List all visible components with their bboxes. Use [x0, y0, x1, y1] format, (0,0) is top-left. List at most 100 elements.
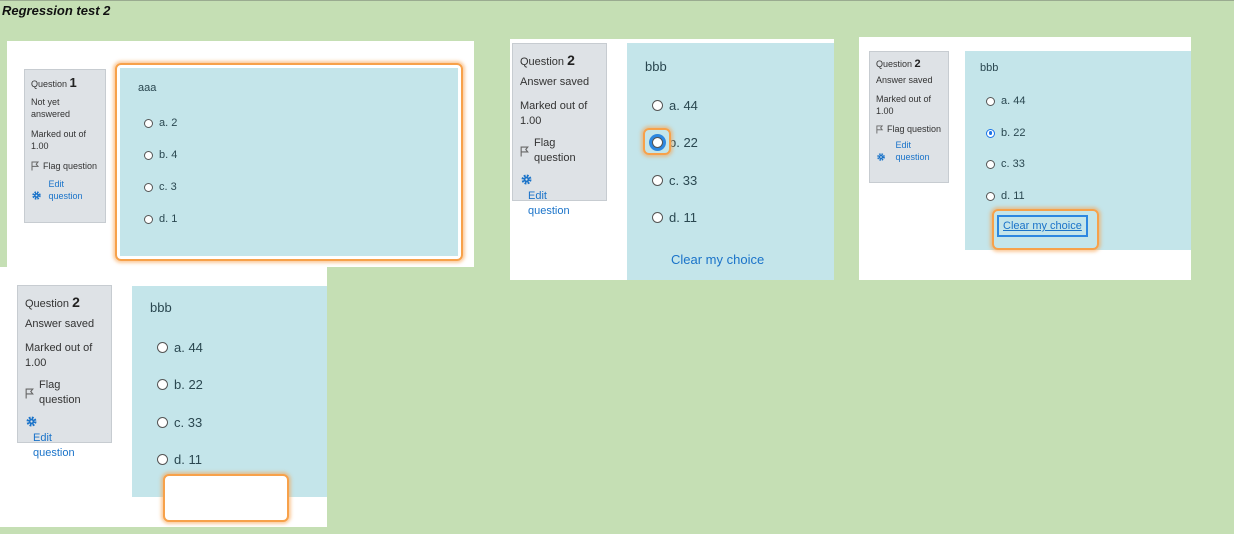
question-text: aaa	[138, 82, 157, 94]
answer-label: a. 44	[1001, 95, 1026, 107]
flag-question-link[interactable]: Flag question	[520, 136, 599, 166]
question-text: bbb	[980, 62, 999, 74]
question-label: Question	[25, 298, 70, 310]
page-title: Regression test 2	[2, 3, 111, 18]
answer-label: c. 33	[174, 415, 203, 430]
answer-label: b. 22	[174, 377, 203, 392]
question-content-panel: aaa a. 2 b. 4 c. 3 d. 1	[120, 68, 458, 256]
radio-button[interactable]	[157, 417, 168, 428]
flag-icon	[876, 125, 884, 133]
screenshot-question-2-cleared: Question 2 Answer saved Marked out of 1.…	[0, 267, 327, 527]
radio-button[interactable]	[144, 214, 153, 224]
flag-question-link[interactable]: Flag question	[31, 160, 99, 172]
radio-button[interactable]	[157, 379, 168, 390]
screenshot-question-2-focused-radio: Question 2 Answer saved Marked out of 1.…	[510, 39, 834, 280]
question-marks: Marked out of 1.00	[31, 129, 87, 151]
radio-button[interactable]	[986, 96, 995, 106]
flag-question-label: Flag question	[39, 379, 81, 406]
question-label: Question	[876, 59, 913, 69]
flag-question-label: Flag question	[43, 161, 98, 171]
flag-question-link[interactable]: Flag question	[25, 378, 104, 408]
edit-question-label: Edit question	[48, 179, 83, 201]
clear-my-choice-link[interactable]: Clear my choice	[671, 252, 764, 267]
radio-button[interactable]	[986, 159, 995, 169]
question-number: Question 2	[520, 53, 599, 70]
gear-icon	[877, 153, 885, 161]
edit-question-label: Edit question	[33, 432, 75, 459]
answer-option[interactable]: d. 11	[652, 210, 697, 225]
answer-label: d. 11	[669, 210, 697, 225]
answer-option[interactable]: b. 4	[144, 149, 177, 161]
answer-option[interactable]: a. 44	[986, 95, 1025, 107]
flag-icon	[520, 146, 529, 156]
question-info-panel: Question 1 Not yet answered Marked out o…	[24, 69, 106, 223]
answer-label: d. 11	[1001, 190, 1025, 202]
edit-question-link[interactable]: Edit question	[876, 139, 942, 163]
answer-option[interactable]: b. 22	[652, 135, 698, 150]
answer-label: c. 33	[669, 173, 698, 188]
question-content-panel: bbb a. 44 b. 22 c. 33 d. 11 Clear my cho…	[627, 43, 834, 280]
question-number: Question 1	[31, 75, 99, 90]
question-state: Not yet answered	[31, 97, 71, 119]
radio-button[interactable]	[144, 182, 153, 192]
radio-button[interactable]	[652, 175, 663, 186]
answer-option[interactable]: c. 33	[652, 173, 697, 188]
edit-question-link[interactable]: Edit question	[520, 173, 599, 219]
edit-question-link[interactable]: Edit question	[31, 178, 99, 202]
question-state: Answer saved	[520, 76, 590, 88]
radio-button[interactable]	[157, 342, 168, 353]
gear-icon	[521, 174, 532, 185]
answer-label: a. 44	[669, 98, 698, 113]
radio-button[interactable]	[157, 454, 168, 465]
question-info-panel: Question 2 Answer saved Marked out of 1.…	[869, 51, 949, 183]
answer-option[interactable]: b. 22	[986, 127, 1025, 139]
question-marks: Marked out of 1.00	[520, 100, 588, 127]
answer-option[interactable]: c. 3	[144, 181, 177, 193]
question-content-panel: bbb a. 44 b. 22 c. 33 d. 11 Clear my cho…	[965, 51, 1191, 250]
gear-icon	[32, 191, 41, 200]
answer-option[interactable]: d. 11	[986, 190, 1025, 202]
edit-question-label: Edit question	[895, 140, 930, 162]
radio-button[interactable]	[652, 212, 663, 223]
answer-label: c. 33	[1001, 158, 1025, 170]
answer-option[interactable]: a. 44	[652, 98, 698, 113]
question-number: Question 2	[25, 295, 104, 312]
question-info-panel: Question 2 Answer saved Marked out of 1.…	[512, 43, 607, 217]
answer-label: b. 4	[159, 149, 178, 161]
radio-button[interactable]	[652, 137, 663, 148]
question-number-value: 2	[567, 52, 575, 68]
question-state: Answer saved	[876, 75, 933, 85]
answer-option[interactable]: d. 11	[157, 452, 202, 467]
answer-option[interactable]: a. 2	[144, 117, 177, 129]
question-number: Question 2	[876, 58, 942, 70]
answer-option[interactable]: c. 33	[986, 158, 1025, 170]
clear-my-choice-link[interactable]: Clear my choice	[997, 215, 1088, 237]
answer-label: b. 22	[669, 135, 698, 150]
question-state: Answer saved	[25, 318, 95, 330]
radio-button[interactable]	[652, 100, 663, 111]
edit-question-label: Edit question	[528, 190, 570, 217]
question-label: Question	[31, 79, 68, 89]
radio-button[interactable]	[986, 191, 995, 201]
radio-button-selected[interactable]	[986, 128, 995, 138]
question-number-value: 1	[69, 75, 77, 90]
question-content-panel: bbb a. 44 b. 22 c. 33 d. 11	[132, 286, 327, 497]
radio-button[interactable]	[144, 118, 153, 128]
answer-option[interactable]: b. 22	[157, 377, 203, 392]
question-text: bbb	[150, 300, 172, 315]
flag-question-link[interactable]: Flag question	[876, 123, 942, 135]
answer-label: a. 2	[159, 117, 178, 129]
edit-question-link[interactable]: Edit question	[25, 415, 104, 461]
question-number-value: 2	[914, 58, 921, 70]
question-marks: Marked out of 1.00	[876, 94, 932, 116]
answer-label: a. 44	[174, 340, 203, 355]
answer-option[interactable]: c. 33	[157, 415, 202, 430]
flag-question-label: Flag question	[534, 137, 576, 164]
question-info-panel: Question 2 Answer saved Marked out of 1.…	[17, 285, 112, 459]
question-number-value: 2	[72, 294, 80, 310]
radio-button[interactable]	[144, 150, 153, 160]
answer-option[interactable]: d. 1	[144, 213, 177, 225]
answer-option[interactable]: a. 44	[157, 340, 203, 355]
flag-icon	[31, 161, 40, 171]
gear-icon	[26, 416, 37, 427]
